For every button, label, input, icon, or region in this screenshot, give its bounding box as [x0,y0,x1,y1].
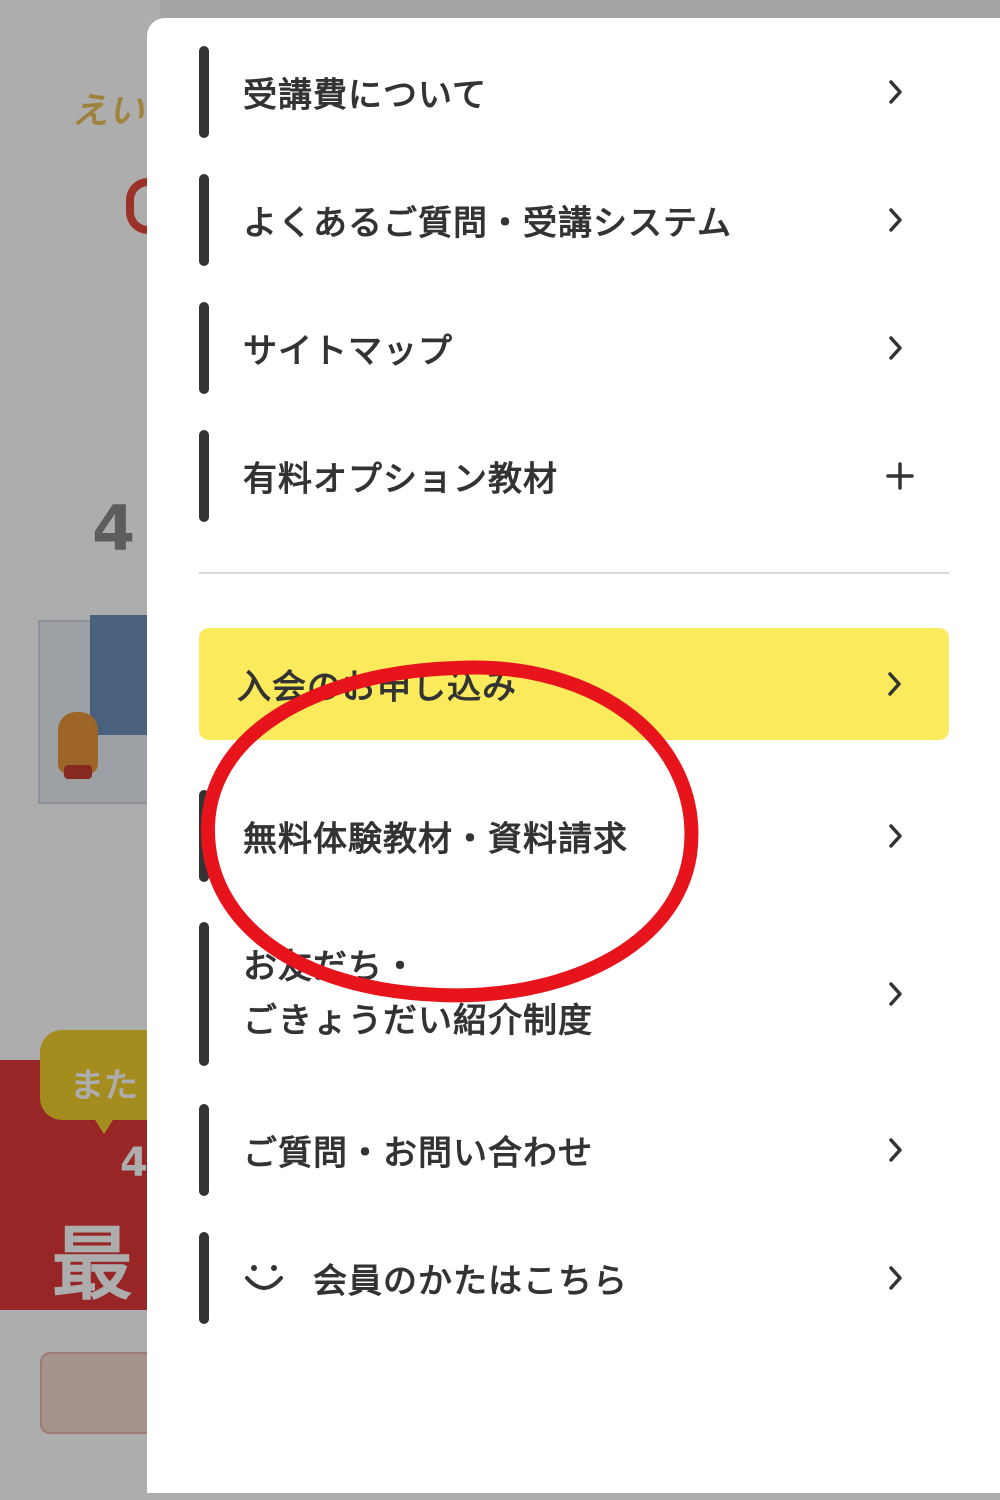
navigation-drawer: 受講費について よくあるご質問・受講システム サイトマップ 有料オプション教材 … [147,18,1000,1493]
menu-item-referral[interactable]: お友だち・ ごきょうだい紹介制度 [199,922,954,1066]
menu-item-label: お友だち・ ごきょうだい紹介制度 [243,940,843,1048]
menu-item-free-trial[interactable]: 無料体験教材・資料請求 [199,790,954,882]
menu-item-accent-bar [199,922,209,1066]
screen: えい 4 また 4 最 受講費について よくあるご質問・受講システム サイトマッ… [0,0,1000,1500]
menu-item-label-line2: ごきょうだい紹介制度 [243,1001,593,1041]
join-application-label: 入会のお申し込み [237,667,517,708]
plus-icon [886,462,914,490]
chevron-right-icon [889,208,902,232]
menu-item-accent-bar [199,46,209,138]
smile-icon [245,1265,283,1290]
menu-item-paid-options[interactable]: 有料オプション教材 [199,430,954,522]
join-application-button[interactable]: 入会のお申し込み [199,628,949,740]
chevron-right-icon [889,824,902,848]
menu-item-members[interactable]: 会員のかたはこちら [199,1232,954,1324]
menu-item-faq[interactable]: よくあるご質問・受講システム [199,174,954,266]
chevron-right-icon [889,982,902,1006]
menu-item-accent-bar [199,1232,209,1324]
chevron-right-icon [889,336,902,360]
menu-item-label: よくあるご質問・受講システム [243,203,732,244]
menu-item-label-line1: お友だち・ [243,947,418,987]
menu-item-sitemap[interactable]: サイトマップ [199,302,954,394]
chevron-right-icon [888,672,901,696]
menu-item-label: 有料オプション教材 [243,459,558,500]
menu-item-accent-bar [199,302,209,394]
chevron-right-icon [889,1266,902,1290]
menu-item-label: 会員のかたはこちら [313,1261,628,1302]
chevron-right-icon [889,1138,902,1162]
menu-item-label: サイトマップ [243,331,453,372]
menu-item-label: 受講費について [243,75,487,116]
chevron-right-icon [889,80,902,104]
menu-item-accent-bar [199,430,209,522]
menu-item-contact[interactable]: ご質問・お問い合わせ [199,1104,954,1196]
menu-item-tuition[interactable]: 受講費について [199,46,954,138]
menu-item-accent-bar [199,1104,209,1196]
menu-divider [199,572,949,574]
menu-item-label: 無料体験教材・資料請求 [243,819,628,860]
menu-item-label: ご質問・お問い合わせ [243,1133,593,1174]
menu-item-accent-bar [199,174,209,266]
menu-item-accent-bar [199,790,209,882]
